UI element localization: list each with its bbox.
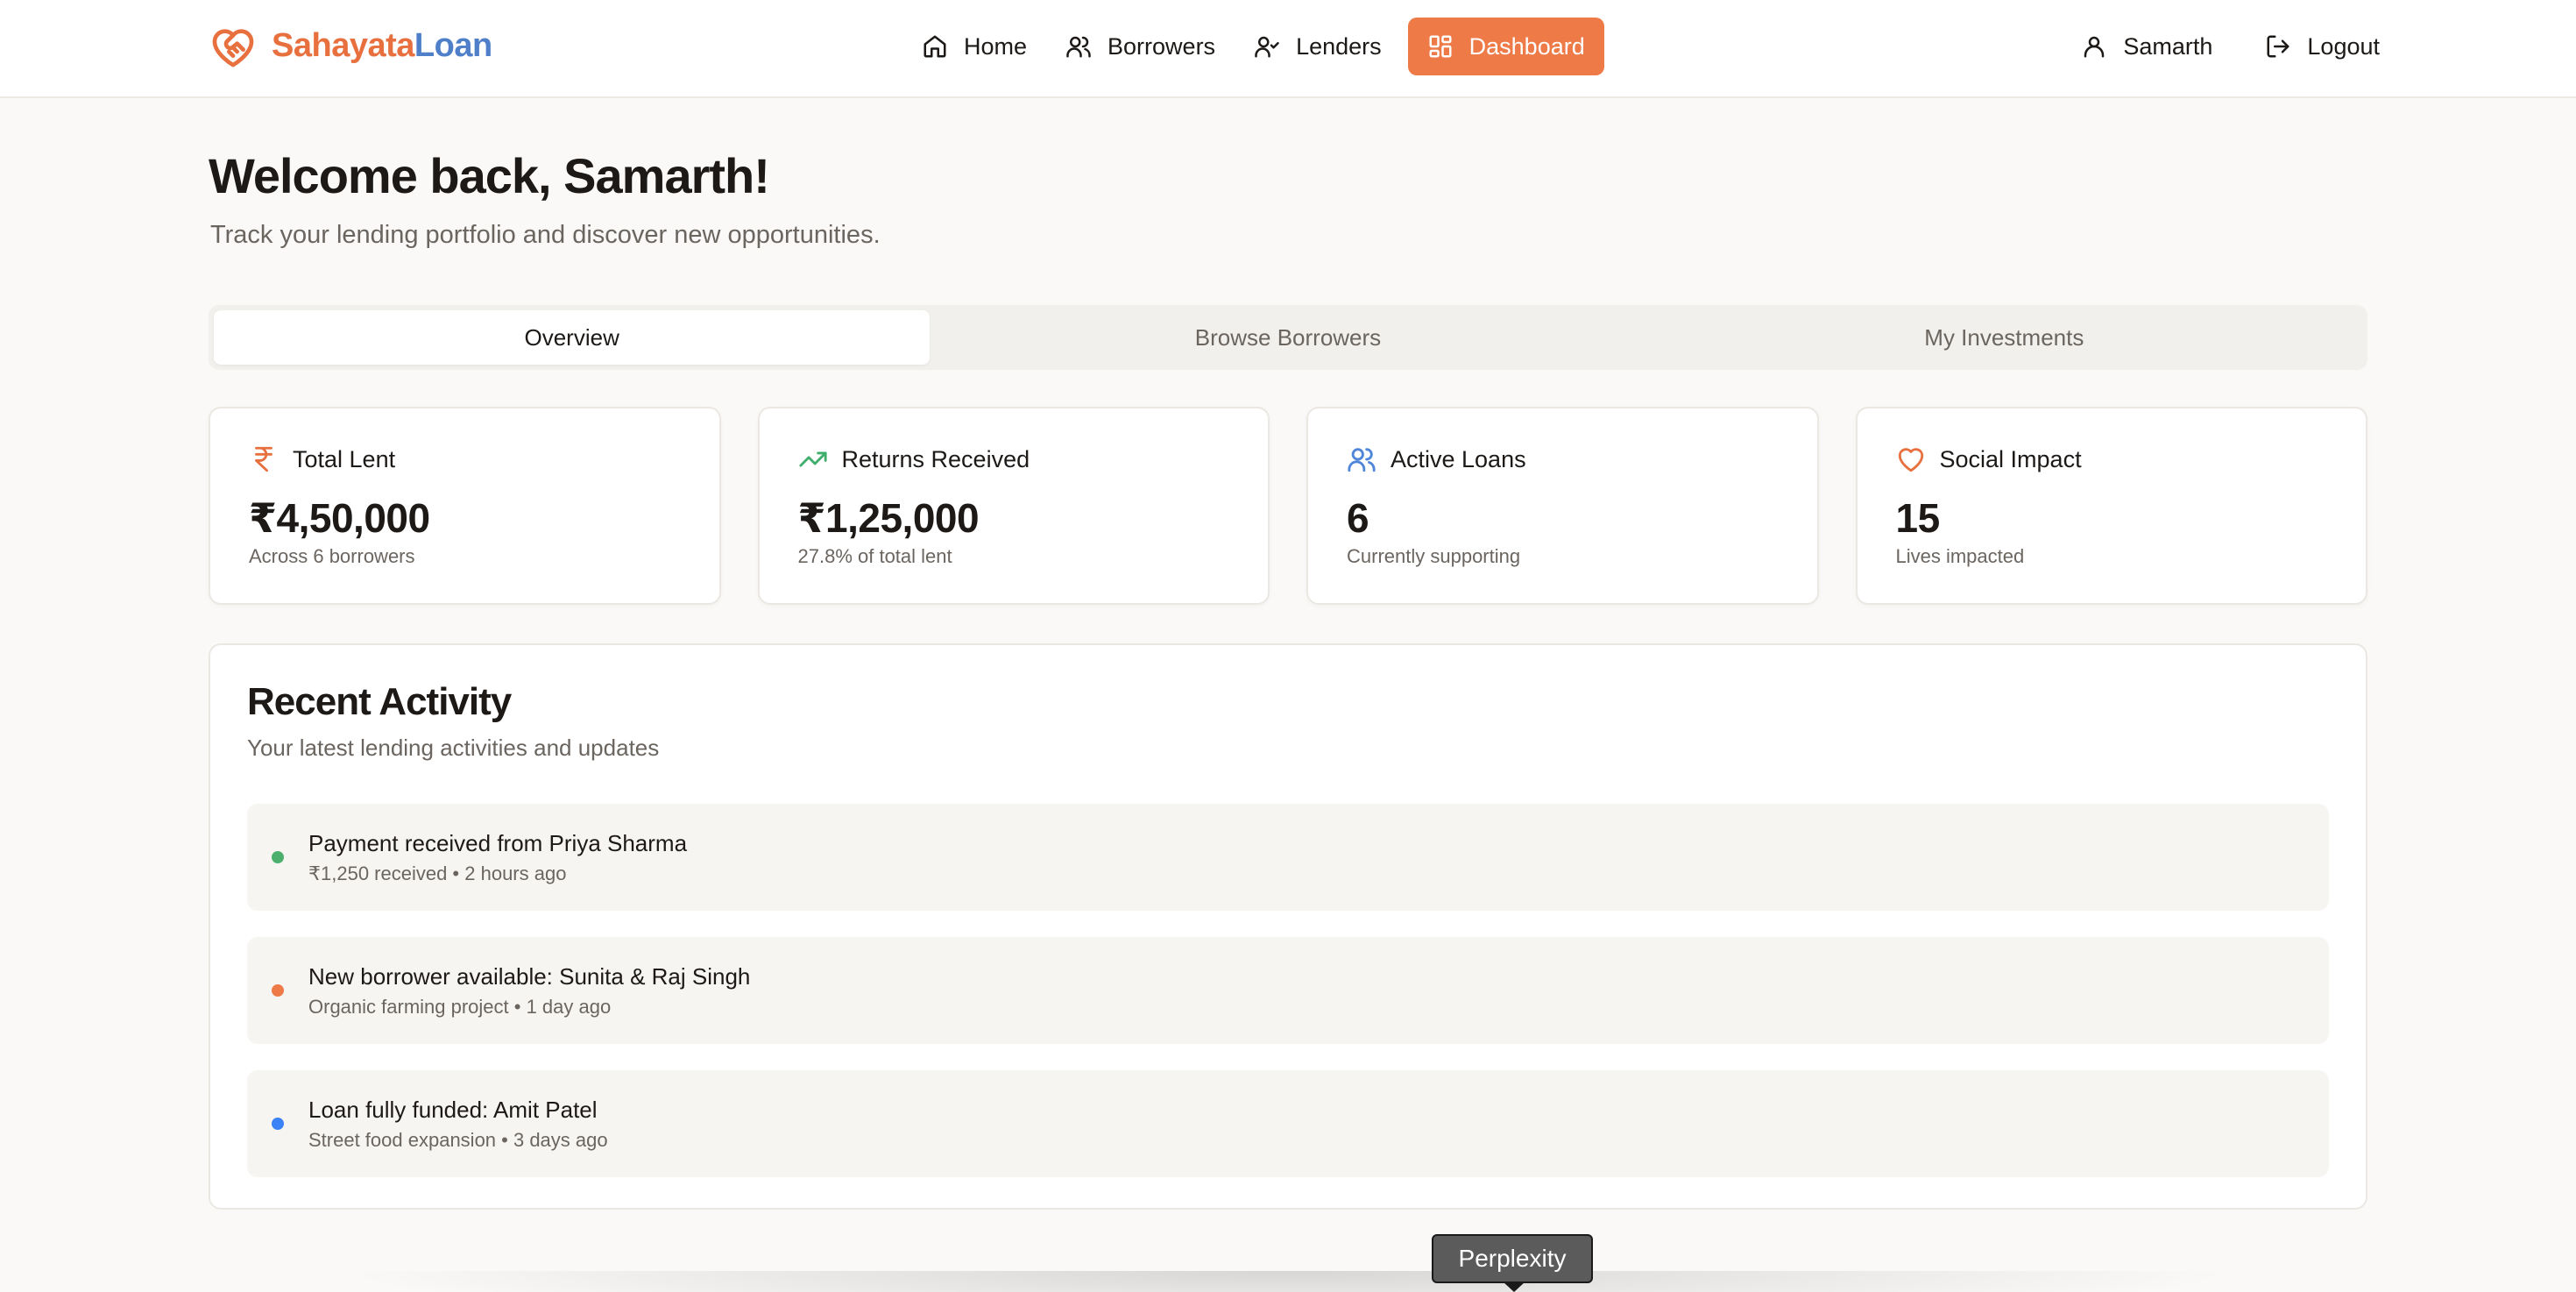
stat-note: Across 6 borrowers bbox=[249, 545, 415, 567]
tab-overview[interactable]: Overview bbox=[214, 310, 931, 365]
dock-shadow bbox=[333, 1271, 2243, 1292]
trending-up-icon bbox=[798, 451, 827, 467]
user-nav: Samarth Logout bbox=[2063, 18, 2397, 75]
tab-my-investments[interactable]: My Investments bbox=[1646, 310, 2362, 365]
profile-name: Samarth bbox=[2123, 32, 2213, 60]
page-subtitle: Track your lending portfolio and discove… bbox=[210, 221, 881, 249]
users-icon bbox=[1348, 448, 1376, 472]
stat-card-header: Returns Received bbox=[798, 442, 1232, 477]
brand-name-part2: Loan bbox=[414, 26, 492, 64]
activity-item-title: New borrower available: Sunita & Raj Sin… bbox=[308, 962, 751, 990]
stat-label: Total Lent bbox=[293, 445, 396, 472]
stat-card-header: Total Lent bbox=[249, 442, 683, 477]
rupee-icon bbox=[255, 446, 272, 472]
status-dot bbox=[272, 984, 284, 997]
status-dot bbox=[272, 1118, 284, 1130]
stat-value: 6 bbox=[1347, 495, 1369, 541]
stat-note: Lives impacted bbox=[1895, 545, 2025, 567]
home-icon bbox=[924, 35, 946, 58]
heart-icon bbox=[1898, 448, 1923, 472]
dashboard-tabs: Overview Browse Borrowers My Investments bbox=[209, 305, 2367, 370]
stat-label: Returns Received bbox=[841, 445, 1030, 472]
stat-label: Active Loans bbox=[1391, 445, 1526, 472]
logout-icon bbox=[2267, 35, 2289, 58]
status-dot bbox=[272, 851, 284, 863]
users-icon bbox=[1066, 36, 1091, 58]
stat-card-total-lent: Total Lent ₹4,50,000 Across 6 borrowers bbox=[209, 407, 721, 605]
activity-item-text: New borrower available: Sunita & Raj Sin… bbox=[308, 963, 750, 1019]
activity-title: Recent Activity bbox=[247, 680, 512, 723]
activity-item-text: Loan fully funded: Amit Patel Street foo… bbox=[308, 1097, 608, 1152]
logout-button[interactable]: Logout bbox=[2247, 18, 2397, 75]
stat-card-social-impact: Social Impact 15 Lives impacted bbox=[1855, 407, 2367, 605]
stat-card-returns-received: Returns Received ₹1,25,000 27.8% of tota… bbox=[757, 407, 1270, 605]
user-icon bbox=[2084, 36, 2105, 58]
nav-borrowers-label: Borrowers bbox=[1108, 32, 1216, 60]
stat-value: 15 bbox=[1895, 495, 1941, 541]
activity-item[interactable]: Payment received from Priya Sharma ₹1,25… bbox=[247, 804, 2329, 911]
activity-item-meta: Organic farming project • 1 day ago bbox=[308, 995, 612, 1018]
stats-row: Total Lent ₹4,50,000 Across 6 borrowers … bbox=[209, 407, 2367, 605]
profile-button[interactable]: Samarth bbox=[2063, 18, 2230, 75]
logout-label: Logout bbox=[2307, 32, 2380, 60]
brand-name: SahayataLoan bbox=[272, 27, 492, 65]
stat-card-header: Social Impact bbox=[1896, 442, 2330, 477]
activity-list: Payment received from Priya Sharma ₹1,25… bbox=[247, 804, 2329, 1177]
nav-home-label: Home bbox=[964, 32, 1028, 60]
stat-note: Currently supporting bbox=[1347, 545, 1521, 567]
main-nav: Home Borrowers Lenders Dashboard bbox=[902, 18, 1604, 75]
brand-name-part1: Sahayata bbox=[272, 26, 414, 64]
activity-item-title: Payment received from Priya Sharma bbox=[308, 829, 688, 856]
activity-subtitle: Your latest lending activities and updat… bbox=[247, 735, 660, 761]
activity-item[interactable]: New borrower available: Sunita & Raj Sin… bbox=[247, 937, 2329, 1044]
page-title: Welcome back, Samarth! bbox=[209, 148, 770, 203]
user-check-icon bbox=[1255, 36, 1279, 58]
stat-label: Social Impact bbox=[1939, 445, 2082, 472]
stat-value: ₹1,25,000 bbox=[797, 495, 980, 541]
nav-dashboard-label: Dashboard bbox=[1468, 32, 1585, 60]
nav-borrowers[interactable]: Borrowers bbox=[1046, 18, 1235, 75]
grid-icon bbox=[1429, 35, 1452, 58]
nav-lenders-label: Lenders bbox=[1296, 32, 1382, 60]
dock-tooltip: Perplexity bbox=[1432, 1234, 1593, 1283]
heart-handshake-icon bbox=[212, 29, 254, 67]
activity-item-meta: Street food expansion • 3 days ago bbox=[308, 1128, 608, 1151]
nav-dashboard[interactable]: Dashboard bbox=[1407, 18, 1604, 75]
tab-browse-borrowers[interactable]: Browse Borrowers bbox=[930, 310, 1645, 365]
stat-value: ₹4,50,000 bbox=[249, 495, 430, 541]
nav-lenders[interactable]: Lenders bbox=[1235, 18, 1401, 75]
tooltip-pointer bbox=[1503, 1281, 1525, 1292]
stat-note: 27.8% of total lent bbox=[797, 545, 952, 567]
brand-logo[interactable]: SahayataLoan bbox=[209, 23, 492, 68]
activity-item[interactable]: Loan fully funded: Amit Patel Street foo… bbox=[247, 1070, 2329, 1177]
stat-card-active-loans: Active Loans 6 Currently supporting bbox=[1306, 407, 1819, 605]
nav-home[interactable]: Home bbox=[902, 18, 1046, 75]
app-frame: SahayataLoan Home Borrowers Lenders Dash… bbox=[0, 0, 2576, 1292]
recent-activity-panel: Recent Activity Your latest lending acti… bbox=[209, 643, 2367, 1210]
activity-item-text: Payment received from Priya Sharma ₹1,25… bbox=[308, 830, 687, 885]
stat-card-header: Active Loans bbox=[1347, 442, 1780, 477]
activity-item-title: Loan fully funded: Amit Patel bbox=[308, 1096, 598, 1123]
top-navbar: SahayataLoan Home Borrowers Lenders Dash… bbox=[0, 0, 2576, 98]
activity-item-meta: ₹1,250 received • 2 hours ago bbox=[308, 862, 567, 884]
